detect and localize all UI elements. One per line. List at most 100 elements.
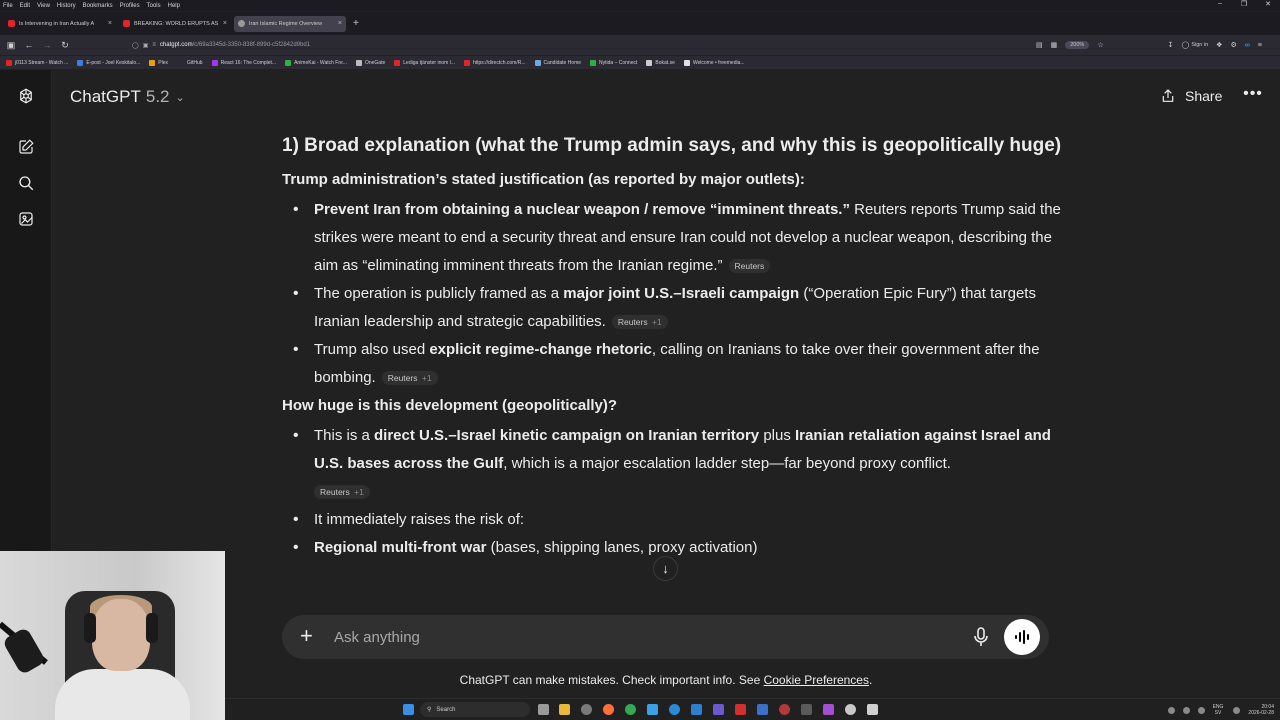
reader-view-icon[interactable]: ▤ [1036,41,1043,49]
url-bar[interactable]: ◯ ▣ ≡ chatgpt.com/c/69a3345d-3350-838f-8… [132,38,1012,52]
task-view-icon[interactable] [538,704,549,715]
bookmark-item[interactable]: Lediga tjänster inom l... [394,59,455,66]
firefox-icon[interactable] [603,704,614,715]
menu-help[interactable]: Help [168,3,180,9]
disclaimer-text: ChatGPT can make mistakes. Check importa… [459,673,764,687]
voice-mode-button[interactable] [1004,619,1040,655]
menu-profiles[interactable]: Profiles [120,3,140,9]
close-window-icon[interactable]: ✕ [1256,0,1280,8]
vscode-icon[interactable] [691,704,702,715]
tray-chevron-icon[interactable] [1167,706,1175,714]
app-icon[interactable] [823,704,834,715]
zoom-level[interactable]: 200% [1065,41,1090,49]
app-icon[interactable] [801,704,812,715]
browser-tab[interactable]: BREAKING: WORLD ERUPTS AS × [119,16,231,32]
menu-file[interactable]: File [3,3,13,9]
close-tab-icon[interactable]: × [223,20,227,27]
taskbar-search[interactable]: ⚲ Search [420,702,530,717]
menu-view[interactable]: View [37,3,50,9]
bookmark-item[interactable]: Candidate Home [534,59,581,66]
cookie-preferences-link[interactable]: Cookie Preferences [764,673,869,687]
citation-pill[interactable]: Reuters +1 [314,485,370,499]
edge-icon[interactable] [669,704,680,715]
bookmark-item[interactable]: E-post - Joel Keskitalo... [77,59,140,66]
app-icon[interactable] [779,704,790,715]
bookmark-item[interactable]: https://directch.com/R... [463,59,526,66]
citation-count: +1 [651,317,662,327]
bookmark-item[interactable]: React 16: The Complet... [211,59,276,66]
network-icon[interactable] [1182,706,1190,714]
bookmark-item[interactable]: Bokat.se [646,59,675,66]
menu-icon[interactable]: ≡ [1258,42,1262,49]
wifi-icon[interactable] [1233,706,1241,714]
bookmark-item[interactable]: OneGate [355,59,385,66]
new-chat-icon[interactable] [15,136,37,158]
bookmark-item[interactable]: Plex [149,59,168,66]
reload-icon[interactable]: ↻ [56,40,74,51]
language-bottom: SV [1214,710,1222,716]
app-icon[interactable] [867,704,878,715]
attach-plus-icon[interactable]: + [300,624,313,648]
more-options-icon[interactable]: ••• [1241,85,1265,107]
site-settings-icon[interactable]: ≡ [152,42,156,48]
browser-tab-active[interactable]: Iran Islamic Regime Overview × [234,15,346,32]
bookmark-star-icon[interactable]: ☆ [1097,41,1103,49]
volume-icon[interactable] [1197,706,1205,714]
close-tab-icon[interactable]: × [108,20,112,27]
restore-icon[interactable]: ❐ [1232,0,1256,8]
menu-history[interactable]: History [57,3,76,9]
language-indicator[interactable]: ENG SV [1213,704,1224,716]
model-selector[interactable]: ChatGPT 5.2 ⌄ [70,87,185,107]
menu-edit[interactable]: Edit [20,3,30,9]
bullet-list: This is a direct U.S.–Israel kinetic cam… [282,422,1062,534]
bookmark-item[interactable]: Nytida – Connect [590,59,637,66]
bookmark-item[interactable]: GitHub [187,60,203,66]
youtube-icon [123,20,130,27]
minimize-icon[interactable]: – [1208,0,1232,8]
bookmark-item[interactable]: j0113 Stream - Watch ... [6,59,68,66]
prompt-input[interactable] [334,625,934,649]
list-item: This is a direct U.S.–Israel kinetic cam… [282,422,1062,506]
app-icon[interactable] [757,704,768,715]
app-icon[interactable] [581,704,592,715]
browser-tab[interactable]: Is Intervening in Iran Actually A × [4,16,116,32]
search-icon: ⚲ [427,707,432,713]
extensions-icon[interactable]: ❖ [1216,41,1222,49]
account-icon[interactable]: ◯ [1181,41,1189,49]
bookmark-label: Welcome • freemedia... [692,59,745,66]
forward-icon[interactable]: → [38,40,56,50]
menu-tools[interactable]: Tools [147,3,161,9]
close-tab-icon[interactable]: × [338,20,342,27]
citation-pill[interactable]: Reuters [728,259,771,273]
downloads-icon[interactable]: ↧ [1168,41,1174,49]
share-button[interactable]: Share [1160,85,1222,107]
app-icon[interactable] [713,704,724,715]
back-icon[interactable]: ← [20,40,38,50]
library-icon[interactable] [15,208,37,230]
file-explorer-icon[interactable] [559,704,570,715]
sign-in-button[interactable]: Sign in [1191,42,1208,48]
settings-icon[interactable]: ⚙ [1230,41,1236,49]
screenshot-icon[interactable]: ▦ [1051,41,1058,49]
taskbar-clock[interactable]: 20:04 2026-02-28 [1248,704,1274,716]
app-icon[interactable] [647,704,658,715]
windows-start-icon[interactable] [403,704,414,715]
extension-icon[interactable]: ∞ [1245,42,1250,49]
openai-logo-icon[interactable] [15,85,37,107]
menu-bookmarks[interactable]: Bookmarks [83,3,113,9]
sidebar-toggle-icon[interactable]: ▣ [2,40,20,51]
search-icon[interactable] [15,172,37,194]
new-tab-icon[interactable]: + [353,18,359,29]
scroll-to-bottom-button[interactable]: ↓ [653,556,678,581]
chrome-icon[interactable] [625,704,636,715]
shield-icon: ◯ [132,42,139,49]
citation-row: Reuters +1 [314,478,1062,506]
bookmark-item[interactable]: Welcome • freemedia... [683,59,745,66]
bookmark-item[interactable]: AnimeKai - Watch Fre... [285,59,347,66]
app-icon[interactable] [735,704,746,715]
app-icon[interactable] [845,704,856,715]
citation-pill[interactable]: Reuters +1 [381,371,438,385]
microphone-icon[interactable] [972,626,990,648]
citation-pill[interactable]: Reuters +1 [611,315,668,329]
bold-text: Regional multi-front war [314,539,487,556]
